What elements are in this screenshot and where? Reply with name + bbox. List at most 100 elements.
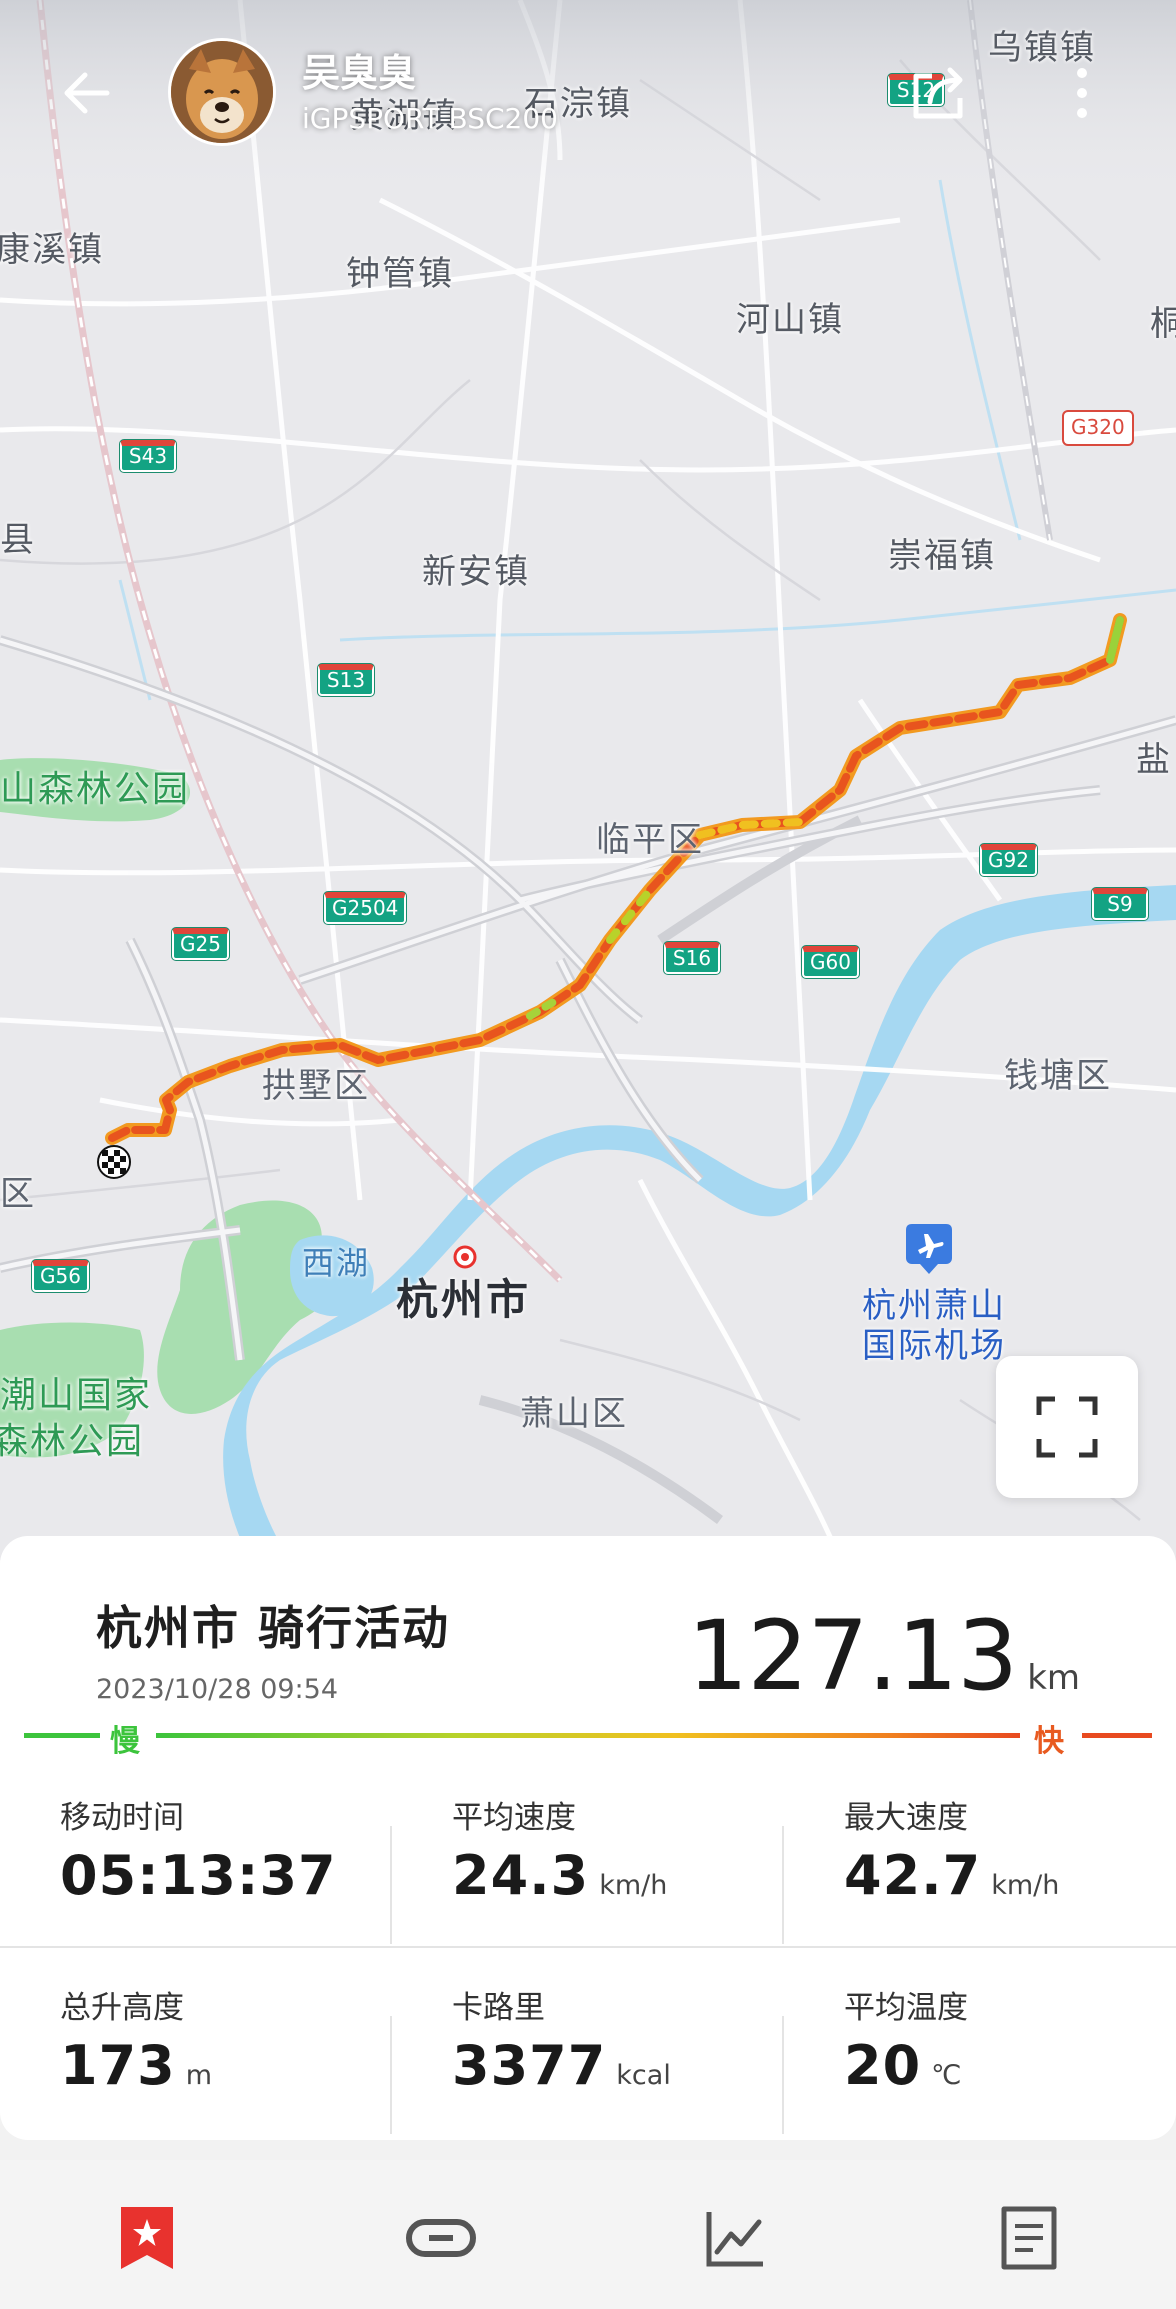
district-label: 拱墅区 [262,1066,370,1106]
stat-value-group: 3377 kcal [452,2034,671,2097]
top-bar: 吴臭臭 iGPSPORT BSC200 [0,0,1176,190]
stat-label: 平均速度 [452,1800,576,1836]
distance-unit: km [1027,1658,1080,1698]
speed-legend-left-line [24,1733,100,1738]
stat-unit: km/h [599,1870,668,1901]
finish-flag-icon [97,1145,131,1179]
road-shield: S9 [1092,888,1148,920]
place-label: 河山镇 [736,300,844,340]
share-button[interactable] [904,58,974,128]
stat-value-group: 173 m [60,2034,212,2097]
back-button[interactable] [52,58,122,128]
stat-avg-speed: 平均速度 24.3 km/h [452,1786,832,1954]
stat-value: 42.7 [844,1844,982,1907]
city-label: 杭州市 [396,1275,532,1324]
stat-unit: km/h [991,1870,1060,1901]
airport-icon [906,1224,952,1274]
district-label: 临平区 [596,820,704,860]
tab-overview[interactable] [107,2198,187,2278]
road-shield: G60 [802,946,859,978]
avatar[interactable] [168,38,276,146]
park-label: 山森林公园 [0,769,191,810]
stat-moving-time: 移动时间 05:13:37 [60,1786,440,1954]
road-shield: S16 [664,942,720,974]
speed-gradient-bar [156,1733,1020,1738]
stat-label: 移动时间 [60,1800,184,1836]
bookmark-star-icon [121,2207,173,2269]
fullscreen-button[interactable] [996,1356,1138,1498]
stat-max-speed: 最大速度 42.7 km/h [844,1786,1176,1954]
district-label: 区 [0,1174,36,1214]
stat-value-group: 24.3 km/h [452,1844,667,1907]
activity-title: 杭州市 骑行活动 [96,1601,451,1655]
user-name: 吴臭臭 [302,51,417,95]
stat-unit: ℃ [931,2060,962,2091]
stat-value: 3377 [452,2034,607,2097]
airport-label: 国际机场 [862,1326,1006,1366]
place-label: 钟管镇 [346,254,454,294]
airport-label: 杭州萧山 [862,1286,1006,1326]
place-label: 县 [0,520,36,560]
row-divider [0,1946,1176,1948]
stat-value: 05:13:37 [60,1844,337,1907]
road-shield: G56 [32,1260,89,1292]
stat-label: 最大速度 [844,1800,968,1836]
route-map[interactable]: 乌镇镇 黄湖镇 石淙镇 康溪镇 钟管镇 河山镇 新安镇 崇福镇 临平区 拱墅区 … [0,0,1176,1560]
stat-label: 平均温度 [844,1990,968,2026]
more-vertical-icon [1077,68,1087,118]
divider [390,2016,392,2134]
stat-value-group: 20 ℃ [844,2034,961,2097]
place-label: 康溪镇 [0,230,104,270]
activity-datetime: 2023/10/28 09:54 [96,1674,339,1705]
district-label: 萧山区 [520,1394,628,1434]
road-shield: G320 [1064,412,1132,444]
stat-elevation-gain: 总升高度 173 m [60,1976,440,2144]
dog-avatar-image [171,41,273,143]
stat-value: 24.3 [452,1844,590,1907]
divider [390,1826,392,1944]
stat-label: 卡路里 [452,1990,545,2026]
device-name: iGPSPORT BSC200 [302,102,558,135]
stats-row: 移动时间 05:13:37 平均速度 24.3 km/h 最大速度 42.7 k… [0,1786,1176,1954]
tab-details[interactable] [989,2198,1069,2278]
park-label: 森林公园 [0,1421,145,1462]
stat-value: 173 [60,2034,176,2097]
bottom-tab-bar [0,2160,1176,2309]
district-label: 钱塘区 [1004,1056,1112,1096]
park-label: 潮山国家 [0,1375,153,1416]
stats-row: 总升高度 173 m 卡路里 3377 kcal 平均温度 20 ℃ [0,1976,1176,2144]
back-arrow-icon [64,72,110,114]
stat-value: 20 [844,2034,922,2097]
place-label: 盐 [1136,740,1172,780]
slow-label: 慢 [110,1724,140,1759]
total-distance: 127.13 km [687,1600,1080,1712]
document-icon [1001,2206,1057,2270]
place-label: 新安镇 [422,552,530,592]
road-shield: S13 [318,664,374,696]
link-icon [406,2219,476,2257]
fast-label: 快 [1034,1724,1064,1759]
activity-summary-card: 杭州市 骑行活动 2023/10/28 09:54 127.13 km 慢 快 … [0,1536,1176,2140]
speed-legend-right-line [1082,1733,1152,1738]
stat-label: 总升高度 [60,1990,184,2026]
chart-icon [706,2212,763,2267]
stat-value-group: 05:13:37 [60,1844,347,1907]
lake-label: 西湖 [302,1244,371,1282]
more-options-button[interactable] [1052,58,1112,128]
road-shield: G92 [980,844,1037,876]
speed-legend: 慢 快 [24,1708,1152,1762]
stat-calories: 卡路里 3377 kcal [452,1976,832,2144]
road-shield: G25 [172,928,229,960]
distance-value: 127.13 [687,1600,1018,1712]
tab-segments[interactable] [401,2198,481,2278]
stat-unit: kcal [616,2060,671,2091]
road-shield: G2504 [324,892,407,924]
tab-charts[interactable] [695,2198,775,2278]
stat-unit: m [185,2060,213,2091]
place-label: 崇福镇 [888,536,996,576]
share-icon [913,67,963,119]
divider [782,2016,784,2134]
stat-value-group: 42.7 km/h [844,1844,1059,1907]
activity-detail-screen: 乌镇镇 黄湖镇 石淙镇 康溪镇 钟管镇 河山镇 新安镇 崇福镇 临平区 拱墅区 … [0,0,1176,2309]
fullscreen-icon [1036,1396,1098,1458]
